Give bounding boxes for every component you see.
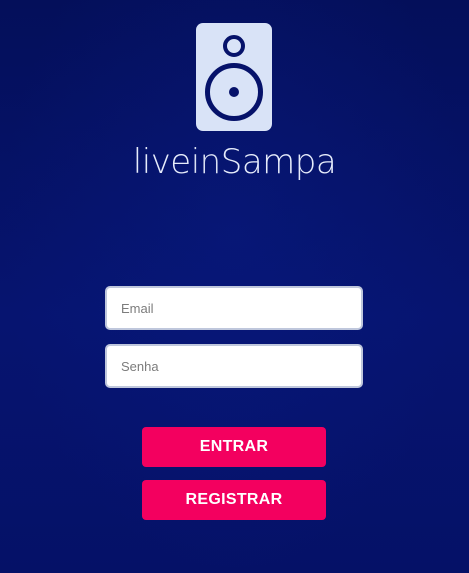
brand-name-part3: Sampa [220, 142, 337, 182]
register-button[interactable]: REGISTRAR [142, 480, 326, 520]
brand-name-part1: live [132, 142, 191, 182]
email-field[interactable] [105, 286, 363, 330]
password-field[interactable] [105, 344, 363, 388]
brand-wordmark: liveinSampa [0, 142, 469, 182]
speaker-woofer-icon [205, 63, 263, 121]
speaker-tweeter-icon [223, 35, 245, 57]
login-button[interactable]: ENTRAR [142, 427, 326, 467]
brand-name-part2: in [190, 142, 222, 182]
speaker-icon [196, 23, 272, 131]
